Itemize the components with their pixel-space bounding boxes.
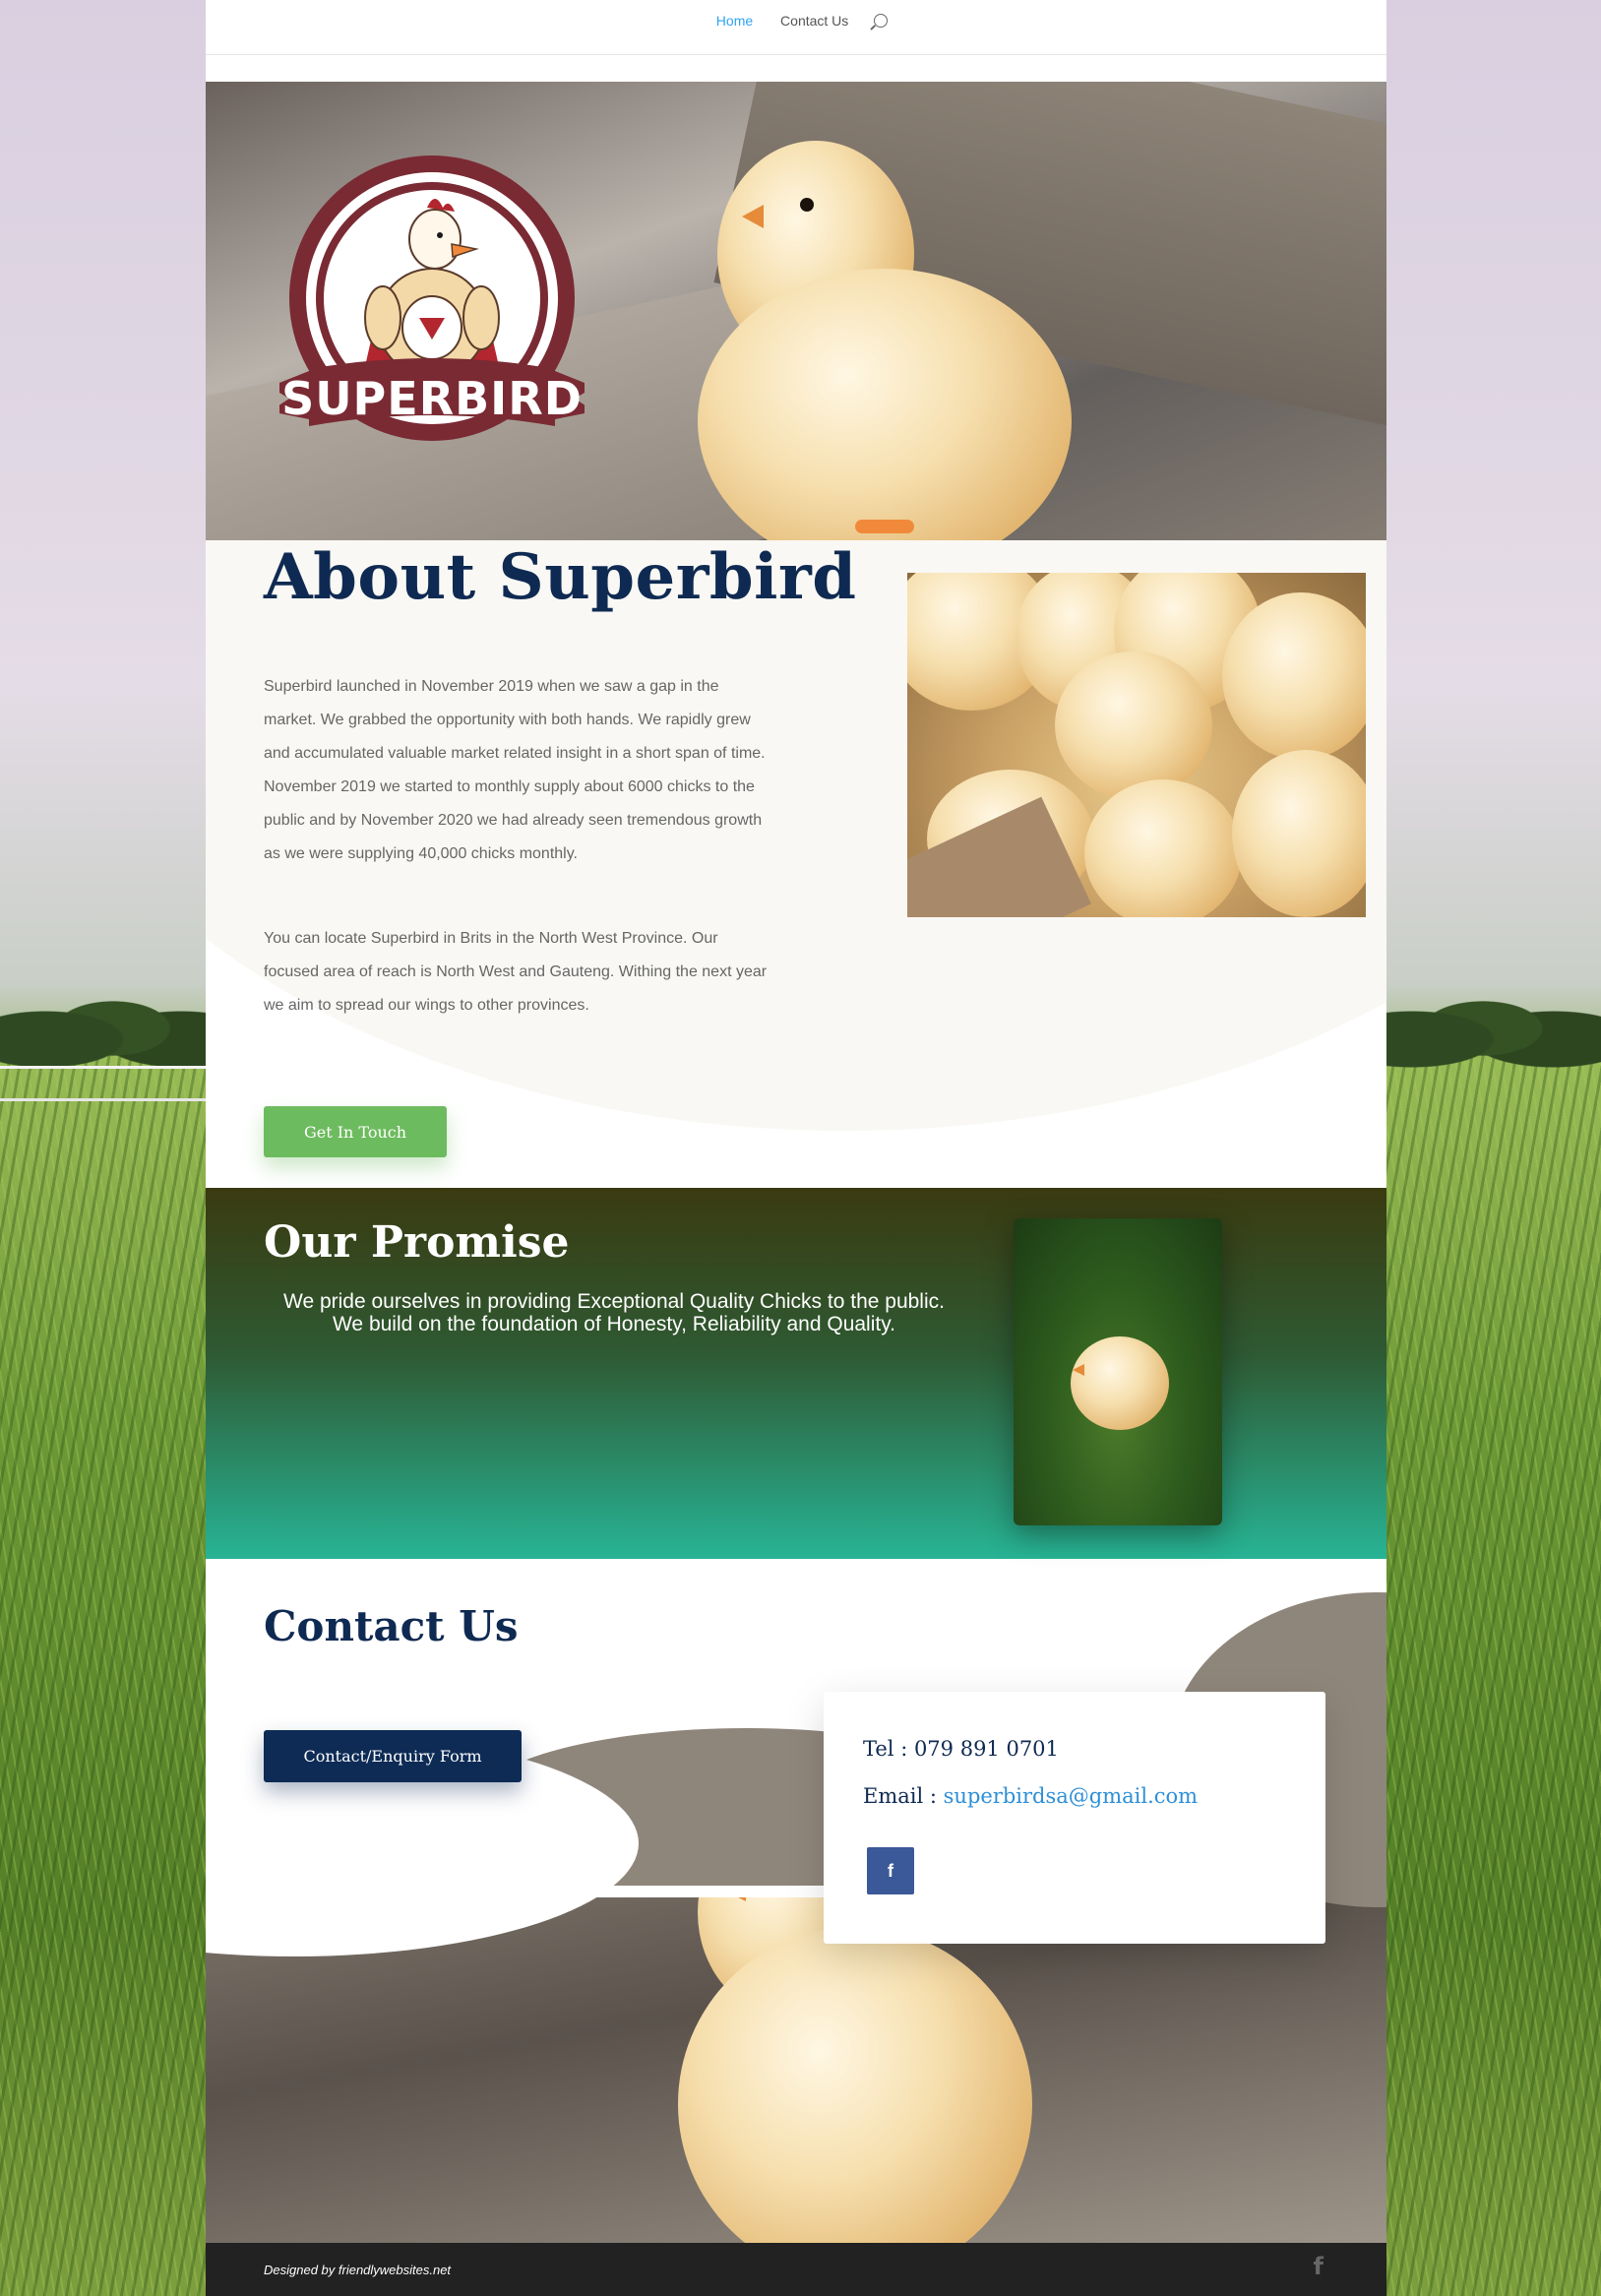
- hero-chick-feet: [855, 520, 914, 533]
- promise-section: Our Promise We pride ourselves in provid…: [206, 1188, 1386, 1559]
- nav-contact-us[interactable]: Contact Us: [780, 13, 848, 29]
- contact-section: Contact Us Contact/Enquiry Form Tel : 07…: [206, 1573, 1386, 2243]
- background-trees-right: [1365, 974, 1601, 1083]
- background-fence: [0, 1066, 207, 1101]
- logo-text: SUPERBIRD: [281, 372, 583, 425]
- contact-email-line: Email : superbirdsa@gmail.com: [863, 1784, 1198, 1808]
- contact-tel: Tel : 079 891 0701: [863, 1737, 1059, 1761]
- main-nav: Home Contact Us: [206, 12, 1386, 29]
- contact-title: Contact Us: [264, 1602, 519, 1650]
- hero-chick-beak: [742, 205, 764, 228]
- about-paragraph-1: Superbird launched in November 2019 when…: [264, 678, 766, 862]
- hero-chick-eye: [800, 198, 814, 212]
- email-link[interactable]: superbirdsa@gmail.com: [944, 1784, 1198, 1808]
- about-paragraph-2: You can locate Superbird in Brits in the…: [264, 930, 768, 1014]
- chicks-box-photo: [907, 573, 1366, 917]
- get-in-touch-button[interactable]: Get In Touch: [264, 1106, 447, 1157]
- promise-text: We pride ourselves in providing Exceptio…: [283, 1290, 945, 1335]
- nav-home[interactable]: Home: [716, 13, 753, 29]
- email-label: Email :: [863, 1784, 937, 1808]
- site-header: Home Contact Us: [206, 0, 1386, 55]
- search-icon[interactable]: [874, 14, 889, 28]
- promise-title: Our Promise: [264, 1217, 570, 1268]
- superbird-logo: SUPERBIRD: [279, 155, 585, 441]
- chick-on-grass-photo: [1014, 1218, 1222, 1525]
- hero-banner: SUPERBIRD: [206, 82, 1386, 540]
- contact-card: Tel : 079 891 0701 Email : superbirdsa@g…: [824, 1692, 1325, 1944]
- facebook-icon[interactable]: f: [867, 1847, 914, 1894]
- site-footer: Designed by friendlywebsites.net f: [206, 2243, 1386, 2296]
- about-title: About Superbird: [264, 540, 857, 614]
- footer-credit: Designed by friendlywebsites.net: [264, 2263, 452, 2277]
- footer-facebook-icon[interactable]: f: [1314, 2253, 1324, 2280]
- site-container: Home Contact Us SUPERBIRD About Superbir…: [206, 0, 1386, 2296]
- about-section: About Superbird Superbird launched in No…: [206, 540, 1386, 1188]
- contact-enquiry-form-button[interactable]: Contact/Enquiry Form: [264, 1730, 522, 1782]
